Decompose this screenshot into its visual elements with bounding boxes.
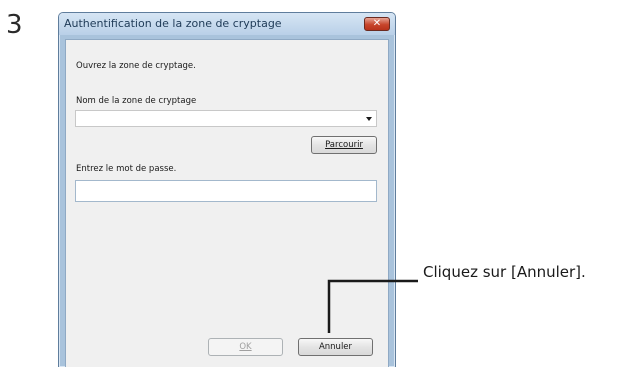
callout-line bbox=[327, 279, 418, 333]
page: 3 Authentification de la zone de cryptag… bbox=[0, 0, 632, 367]
callout-text: Cliquez sur [Annuler]. bbox=[423, 263, 586, 281]
